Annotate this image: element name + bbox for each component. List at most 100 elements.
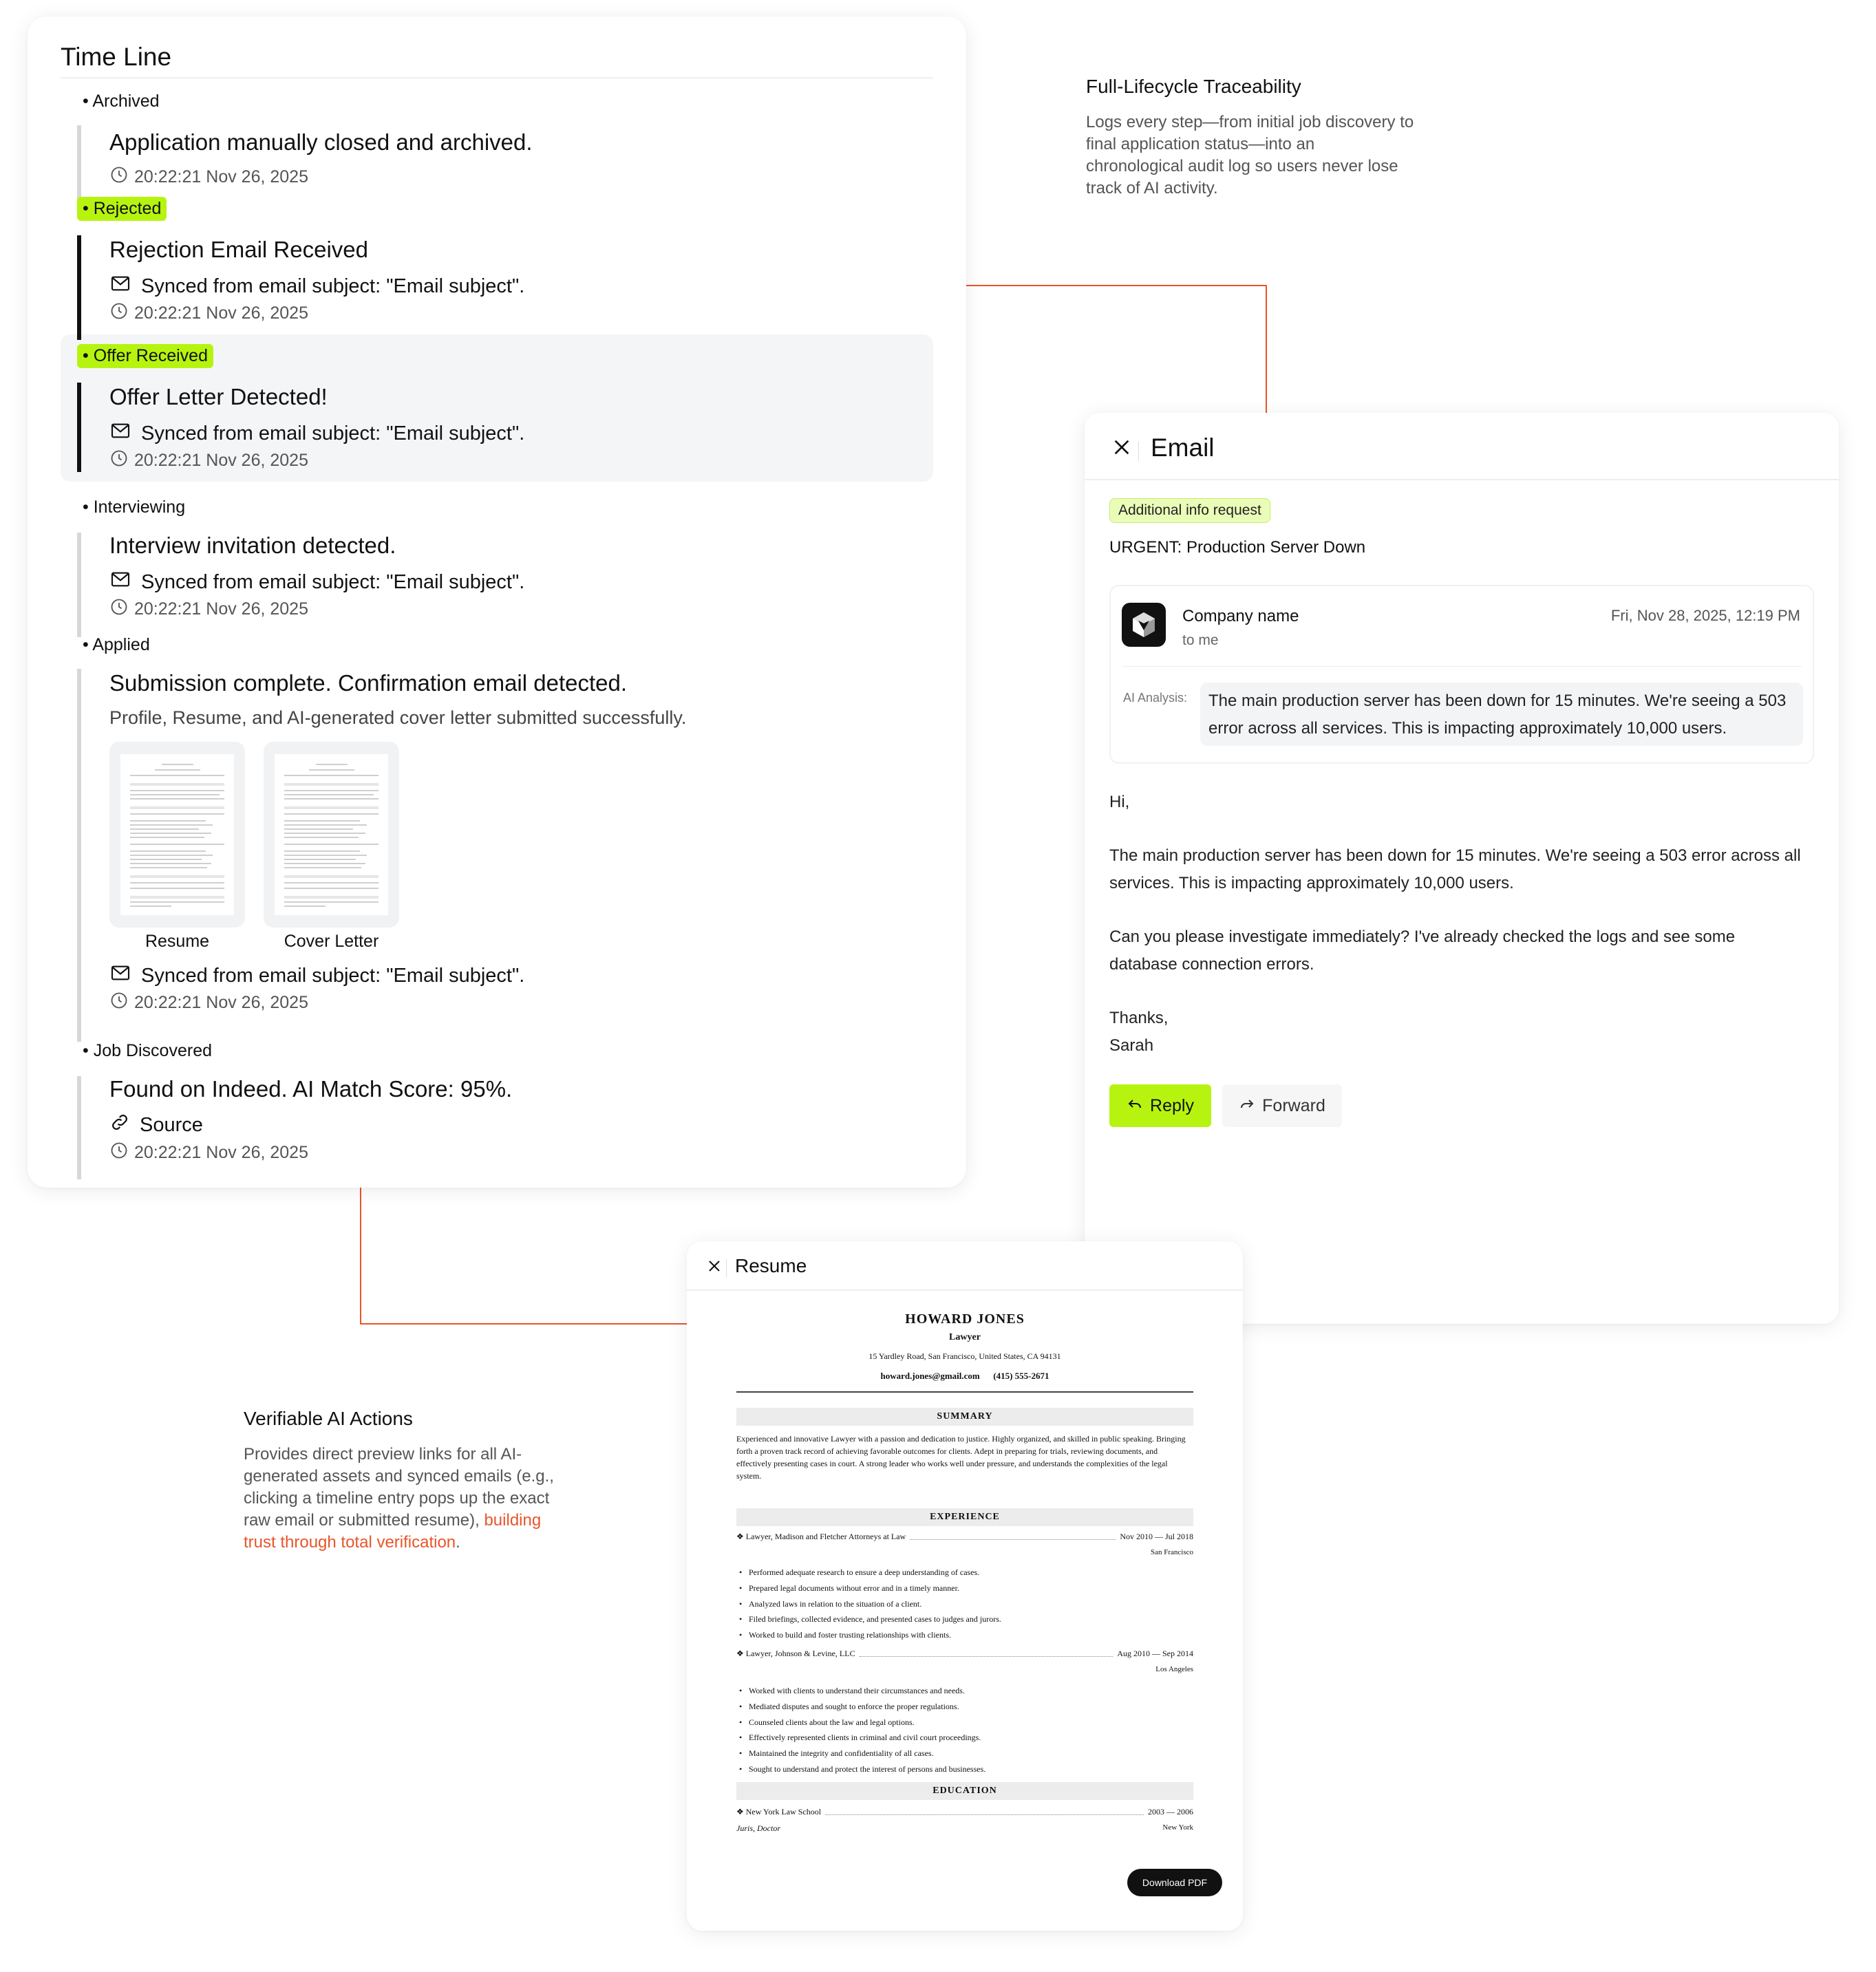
verifiable-body: Provides direct preview links for all AI… — [244, 1444, 555, 1554]
divider — [1122, 666, 1802, 667]
diamond-icon: ❖ — [736, 1532, 746, 1541]
education-entry: ❖ New York Law School 2003 — 2006 — [736, 1807, 1193, 1817]
timestamp-text: 20:22:21 Nov 26, 2025 — [134, 167, 308, 186]
mail-icon — [109, 420, 131, 447]
sender-name: Company name — [1182, 607, 1299, 625]
summary-text: Experienced and innovative Lawyer with a… — [736, 1434, 1186, 1481]
entry-timestamp: 20:22:21 Nov 26, 2025 — [109, 449, 308, 473]
timeline-bar — [77, 235, 81, 340]
job-dates: Nov 2010 — Jul 2018 — [1120, 1532, 1193, 1541]
entry-title[interactable]: Application manually closed and archived… — [109, 129, 533, 156]
divider — [687, 1289, 1243, 1291]
verifiable-title: Verifiable AI Actions — [244, 1408, 413, 1429]
synced-text: Synced from email subject: "Email subjec… — [141, 964, 525, 987]
timeline-title: Time Line — [61, 43, 172, 71]
synced-text: Synced from email subject: "Email subjec… — [141, 422, 525, 444]
timestamp-text: 20:22:21 Nov 26, 2025 — [134, 303, 308, 323]
link-icon — [109, 1112, 130, 1138]
clock-icon — [109, 449, 129, 473]
bullet: Filed briefings, collected evidence, and… — [736, 1611, 1193, 1627]
timeline-bar — [77, 1076, 81, 1179]
close-icon[interactable] — [706, 1258, 723, 1278]
source-link[interactable]: Source — [109, 1112, 203, 1138]
forward-icon — [1239, 1095, 1255, 1117]
reply-label: Reply — [1150, 1095, 1194, 1115]
email-signature: Sarah — [1109, 1036, 1154, 1055]
email-paragraph: The main production server has been down… — [1109, 846, 1801, 892]
timeline-bar — [77, 669, 81, 1042]
clock-icon — [109, 991, 129, 1015]
entry-synced[interactable]: Synced from email subject: "Email subjec… — [109, 420, 524, 447]
ai-analysis-text: The main production server has been down… — [1200, 683, 1803, 746]
resume-address: 15 Yardley Road, San Francisco, United S… — [868, 1351, 1061, 1361]
entry-title[interactable]: Found on Indeed. AI Match Score: 95%. — [109, 1076, 512, 1102]
job-title: Lawyer, Madison and Fletcher Attorneys a… — [745, 1532, 906, 1541]
mail-icon — [109, 962, 131, 989]
status-badge-offer-received: • Offer Received — [77, 344, 213, 368]
download-pdf-button[interactable]: Download PDF — [1127, 1869, 1222, 1896]
synced-text: Synced from email subject: "Email subjec… — [141, 275, 525, 297]
divider — [1138, 442, 1139, 461]
job-entry: ❖ Lawyer, Johnson & Levine, LLC Aug 2010… — [736, 1649, 1193, 1659]
divider — [61, 77, 933, 78]
divider — [736, 1391, 1193, 1393]
attachment-label: Resume — [145, 932, 210, 951]
email-paragraph: Can you please investigate immediately? … — [1109, 928, 1736, 974]
recipient: to me — [1182, 632, 1219, 648]
job-dates: Aug 2010 — Sep 2014 — [1117, 1649, 1193, 1658]
dotted-leader — [910, 1534, 1116, 1540]
school-dates: 2003 — 2006 — [1148, 1807, 1193, 1816]
entry-synced[interactable]: Synced from email subject: "Email subjec… — [109, 272, 524, 300]
entry-timestamp: 20:22:21 Nov 26, 2025 — [109, 301, 308, 325]
forward-label: Forward — [1262, 1095, 1325, 1115]
entry-title[interactable]: Interview invitation detected. — [109, 533, 396, 559]
attachment-label: Cover Letter — [284, 932, 379, 951]
status-badge-rejected: • Rejected — [77, 197, 167, 221]
entry-title[interactable]: Submission complete. Confirmation email … — [109, 670, 627, 696]
bullet: Worked to build and foster trusting rela… — [736, 1627, 1193, 1643]
email-panel: Email Additional info request URGENT: Pr… — [1085, 413, 1839, 1324]
entry-title[interactable]: Offer Letter Detected! — [109, 384, 328, 410]
forward-button[interactable]: Forward — [1222, 1084, 1342, 1127]
entry-timestamp: 20:22:21 Nov 26, 2025 — [109, 991, 308, 1015]
panel-title: Resume — [735, 1255, 807, 1276]
status-badge-archived: • Archived — [83, 92, 160, 111]
job-location: San Francisco — [1150, 1548, 1193, 1556]
timeline-bar — [77, 383, 81, 472]
reply-icon — [1127, 1095, 1143, 1117]
entry-synced[interactable]: Synced from email subject: "Email subjec… — [109, 568, 524, 596]
clock-icon — [109, 301, 129, 325]
status-badge-interviewing: • Interviewing — [83, 497, 186, 517]
timeline-panel: Time Line • Archived Application manuall… — [28, 17, 966, 1188]
resume-role: Lawyer — [949, 1332, 981, 1342]
email-subject: URGENT: Production Server Down — [1109, 538, 1366, 557]
close-icon[interactable] — [1111, 436, 1133, 462]
email-greeting: Hi, — [1109, 793, 1130, 811]
entry-synced[interactable]: Synced from email subject: "Email subjec… — [109, 962, 524, 989]
school-location: New York — [1162, 1823, 1193, 1832]
reply-button[interactable]: Reply — [1109, 1084, 1211, 1127]
traceability-title: Full-Lifecycle Traceability — [1086, 76, 1301, 97]
degree: Juris, Doctor — [736, 1823, 780, 1833]
dotted-leader — [825, 1810, 1144, 1815]
resume-panel: Resume HOWARD JONES Lawyer 15 Yardley Ro… — [687, 1241, 1243, 1931]
bullet: Mediated disputes and sought to enforce … — [736, 1699, 1193, 1715]
section-education: EDUCATION — [736, 1782, 1193, 1800]
source-text: Source — [140, 1113, 203, 1136]
bullet: Prepared legal documents without error a… — [736, 1580, 1193, 1596]
entry-timestamp: 20:22:21 Nov 26, 2025 — [109, 597, 308, 621]
resume-contact: howard.jones@gmail.com (415) 555-2671 — [880, 1371, 1049, 1381]
cover-letter-thumbnail[interactable] — [264, 742, 399, 928]
ai-analysis-label: AI Analysis: — [1123, 691, 1188, 705]
email-body: Hi, The main production server has been … — [1109, 789, 1804, 1060]
entry-title[interactable]: Rejection Email Received — [109, 237, 368, 263]
bullet: Performed adequate research to ensure a … — [736, 1565, 1193, 1580]
bullet: Worked with clients to understand their … — [736, 1683, 1193, 1699]
resume-thumbnail[interactable] — [109, 742, 245, 928]
section-experience: EXPERIENCE — [736, 1508, 1193, 1526]
bullet: Effectively represented clients in crimi… — [736, 1730, 1193, 1746]
entry-timestamp: 20:22:21 Nov 26, 2025 — [109, 165, 308, 189]
clock-icon — [109, 165, 129, 189]
entry-subtitle: Profile, Resume, and AI-generated cover … — [109, 707, 687, 728]
clock-icon — [109, 1141, 129, 1165]
